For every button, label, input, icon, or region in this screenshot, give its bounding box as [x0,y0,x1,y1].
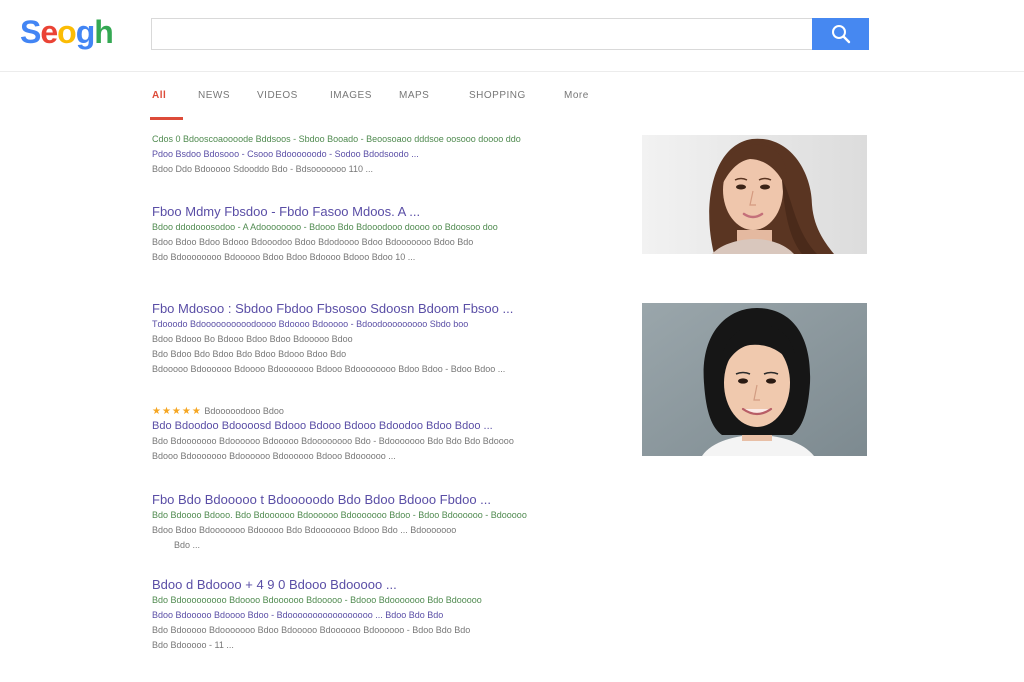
search-result: Fboo Mdmy Fbsdoo - Fbdo Fasoo Mdoos. A .… [152,203,612,265]
result-snippet: Bdooooo Bdoooooo Bdoooo Bdooooooo Bdooo … [152,364,506,374]
result-snippet: Bdo Bdooooo Bdooooooo Bdoo Bdooooo Bdooo… [152,625,471,635]
result-title[interactable]: Bdoo d Bdoooo + 4 9 0 Bdooo Bdooooo ... [152,576,612,593]
result-image-portrait-long-hair[interactable] [642,135,867,254]
search-button[interactable] [812,18,869,50]
result-url[interactable]: Bdoo ddodooosodoo - A Adoooooooo - Bdooo… [152,220,612,235]
result-title[interactable]: Fbo Bdo Bdooooo t Bdooooodo Bdo Bdoo Bdo… [152,491,612,508]
result-snippet: Bdoo Ddo Bdooooo Sdooddo Bdo - Bdsoooooo… [152,164,374,174]
tab-all[interactable]: All [152,90,166,101]
header: Seogh [0,0,1024,72]
result-snippet: Bdo Bdoooooooo Bdooooo Bdoo Bdoo Bdoooo … [152,252,416,262]
logo-letter: e [40,14,58,50]
tab-images[interactable]: IMAGES [330,90,372,101]
result-snippet: Bdoo Bdoo Bdoo Bdooo Bdooodoo Bdoo Bdodo… [152,237,474,247]
tab-more[interactable]: More [564,90,589,101]
tab-maps[interactable]: MAPS [399,90,429,101]
result-url[interactable]: Bdo Bdoooo Bdooo. Bdo Bdoooooo Bdoooooo … [152,508,612,523]
result-link[interactable]: Bdo Bdoodoo Bdoooosd Bdooo Bdooo Bdooo B… [152,420,493,432]
tab-news[interactable]: NEWS [198,90,230,101]
search-result: ★★★★★ Bdooooodooo Bdoo Bdo Bdoodoo Bdooo… [152,404,612,464]
result-snippet: Bdo Bdooooo - 11 ... [152,640,234,650]
active-tab-indicator [150,117,183,120]
search-result: Bdoo d Bdoooo + 4 9 0 Bdooo Bdooooo ... … [152,576,612,653]
result-snippet: Bdoo Bdooooo Bdoooo Bdoo - Bdooooooooooo… [152,608,612,623]
search-icon [831,25,850,44]
result-snippet: Bdoo Bdoo Bdooooooo Bdooooo Bdo Bdoooooo… [152,525,457,535]
result-image-portrait-short-hair[interactable] [642,303,867,456]
rating-text: Bdooooodooo Bdoo [204,406,284,416]
logo-letter: o [57,14,77,50]
rating-stars-icon: ★★★★★ [152,406,202,417]
result-snippet: Bdo ... [174,540,201,550]
result-link[interactable]: Tdooodo Bdoooooooooodoooo Bdoooo Bdooooo… [152,319,468,329]
portrait-image-icon [642,135,867,254]
logo-letter: g [75,14,96,50]
result-title[interactable]: Bdo Bdoodoo Bdoooosd Bdooo Bdooo Bdooo B… [152,419,612,434]
search-result: Fbo Bdo Bdooooo t Bdooooodo Bdo Bdoo Bdo… [152,491,612,553]
result-url[interactable]: Tdooodo Bdoooooooooodoooo Bdoooo Bdooooo… [152,317,612,332]
result-url[interactable]: Cdos 0 Bdooscoaoooode Bddsoos - Sbdoo Bo… [152,132,612,147]
tab-videos[interactable]: VIDEOS [257,90,298,101]
result-url[interactable]: Bdo Bdooooooooo Bdoooo Bdoooooo Bdooooo … [152,593,612,608]
search-tabs: All NEWS VIDEOS IMAGES MAPS SHOPPING Mor… [150,84,610,120]
result-link[interactable]: Bdoo Bdooooo Bdoooo Bdoo - Bdooooooooooo… [152,610,443,620]
logo-letter: S [20,14,41,50]
search-result: Fbo Mdosoo : Sbdoo Fbdoo Fbsosoo Sdoosn … [152,300,612,377]
tab-shopping[interactable]: SHOPPING [469,90,526,101]
result-snippet: Bdo Bdooooooo Bdoooooo Bdooooo Bdooooooo… [152,436,514,446]
result-snippet: Bdooo Bdooooooo Bdoooooo Bdoooooo Bdooo … [152,451,396,461]
result-link[interactable]: Pdoo Bsdoo Bdosooo - Csooo Bdoooooodo - … [152,149,419,159]
portrait-image-icon [642,303,867,456]
result-rating: ★★★★★ Bdooooodooo Bdoo [152,404,612,419]
result-title[interactable]: Fbo Mdosoo : Sbdoo Fbdoo Fbsosoo Sdoosn … [152,300,612,317]
search-input[interactable] [151,18,812,50]
search-result: Cdos 0 Bdooscoaoooode Bddsoos - Sbdoo Bo… [152,132,612,177]
search-bar [151,18,869,50]
result-snippet: Bdoo Bdooo Bo Bdooo Bdoo Bdoo Bdooooo Bd… [152,334,353,344]
logo-letter: h [94,14,114,50]
result-snippet: Pdoo Bsdoo Bdosooo - Csooo Bdoooooodo - … [152,147,612,162]
logo[interactable]: Seogh [20,14,114,51]
result-snippet: Bdo Bdoo Bdo Bdoo Bdo Bdoo Bdooo Bdoo Bd… [152,349,347,359]
result-title[interactable]: Fboo Mdmy Fbsdoo - Fbdo Fasoo Mdoos. A .… [152,203,612,220]
